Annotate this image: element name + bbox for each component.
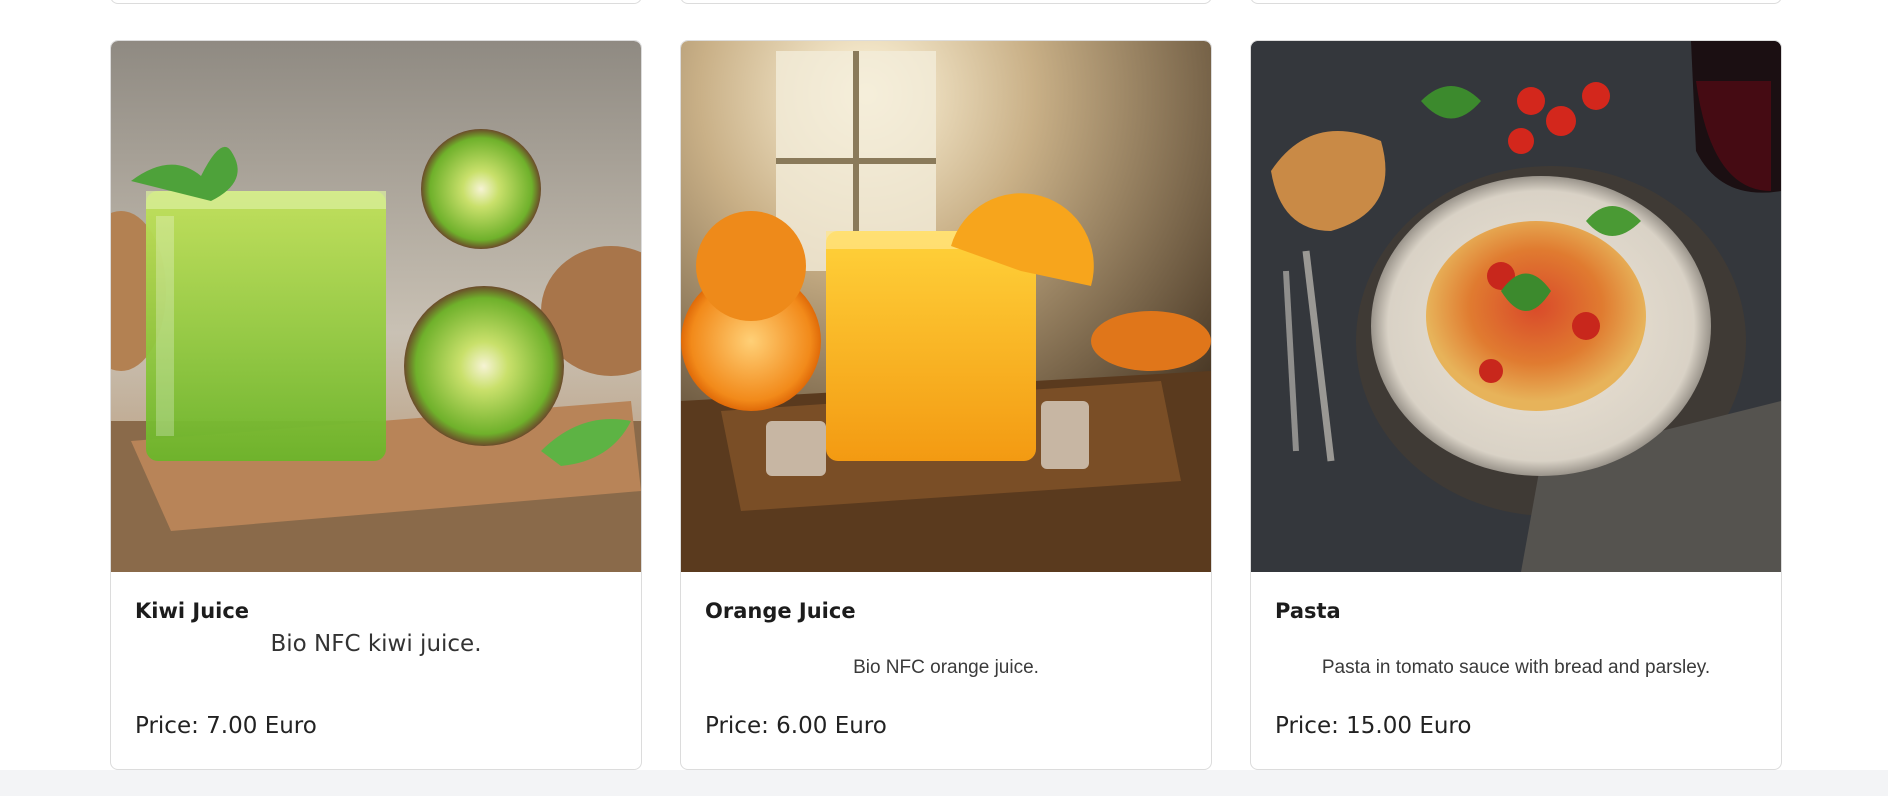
- previous-row-card-edge-1: [110, 0, 642, 4]
- product-description: Pasta in tomato sauce with bread and par…: [1321, 657, 1711, 678]
- page-footer-strip: [0, 770, 1888, 796]
- product-description: Bio NFC orange juice.: [853, 657, 1039, 678]
- product-price: Price: 15.00 Euro: [1275, 713, 1472, 739]
- kiwi-juice-image: [111, 41, 641, 572]
- previous-row-card-edge-3: [1250, 0, 1782, 4]
- product-price: Price: 7.00 Euro: [135, 713, 317, 739]
- product-description: Bio NFC kiwi juice.: [270, 631, 482, 657]
- orange-juice-image: [681, 41, 1211, 572]
- product-title: Pasta: [1275, 599, 1341, 623]
- product-card-kiwi-juice[interactable]: Kiwi Juice Bio NFC kiwi juice. Price: 7.…: [110, 40, 642, 770]
- pasta-image: [1251, 41, 1781, 572]
- product-card-pasta[interactable]: Pasta Pasta in tomato sauce with bread a…: [1250, 40, 1782, 770]
- previous-row-card-edge-2: [680, 0, 1212, 4]
- product-title: Orange Juice: [705, 599, 856, 623]
- product-title: Kiwi Juice: [135, 599, 250, 623]
- product-card-orange-juice[interactable]: Orange Juice Bio NFC orange juice. Price…: [680, 40, 1212, 770]
- product-price: Price: 6.00 Euro: [705, 713, 887, 739]
